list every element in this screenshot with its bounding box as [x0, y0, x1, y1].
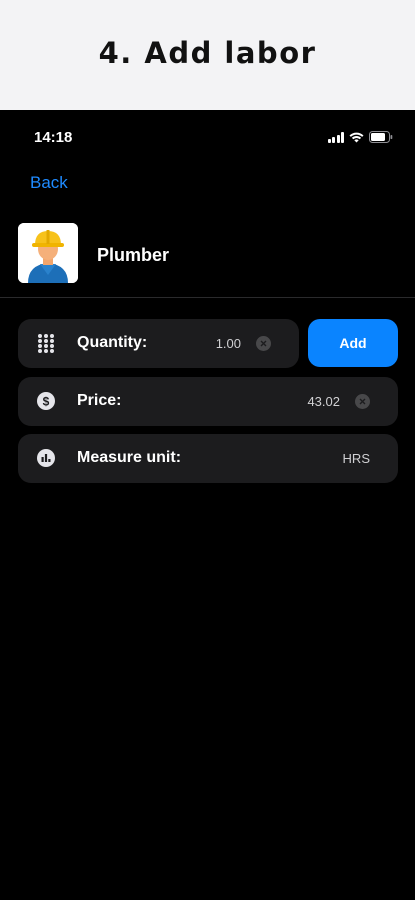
cellular-signal-icon	[327, 131, 344, 143]
banner-title: 4. Add labor	[98, 36, 317, 70]
tutorial-banner: 4. Add labor	[0, 0, 415, 110]
status-bar: 14:18	[0, 110, 415, 162]
keypad-icon	[36, 333, 56, 353]
add-button[interactable]: Add	[308, 319, 398, 367]
price-value[interactable]: 43.02	[307, 394, 340, 409]
measure-unit-value[interactable]: HRS	[343, 451, 370, 466]
plumber-worker-icon	[18, 223, 78, 283]
price-label: Price:	[77, 392, 122, 409]
quantity-label: Quantity:	[77, 334, 148, 351]
price-field[interactable]: $ Price: 43.02	[18, 377, 398, 426]
svg-text:$: $	[43, 395, 50, 409]
item-name: Plumber	[97, 245, 170, 265]
price-clear-icon[interactable]	[355, 394, 370, 409]
battery-icon	[369, 131, 393, 143]
back-button[interactable]: Back	[30, 173, 68, 193]
quantity-field[interactable]: Quantity: 1.00	[18, 319, 299, 368]
status-time: 14:18	[34, 129, 73, 146]
measure-unit-label: Measure unit:	[77, 449, 182, 466]
dollar-icon: $	[36, 391, 56, 411]
phone-screen: 14:18 Back Plumber Quantity: 1.00 Add $ …	[0, 110, 415, 900]
quantity-clear-icon[interactable]	[256, 336, 271, 351]
quantity-value[interactable]: 1.00	[216, 336, 241, 351]
measure-unit-field[interactable]: Measure unit: HRS	[18, 434, 398, 483]
wifi-icon	[349, 132, 364, 143]
chart-icon	[36, 448, 56, 468]
item-header: Plumber	[0, 220, 415, 298]
status-icons	[327, 130, 394, 144]
